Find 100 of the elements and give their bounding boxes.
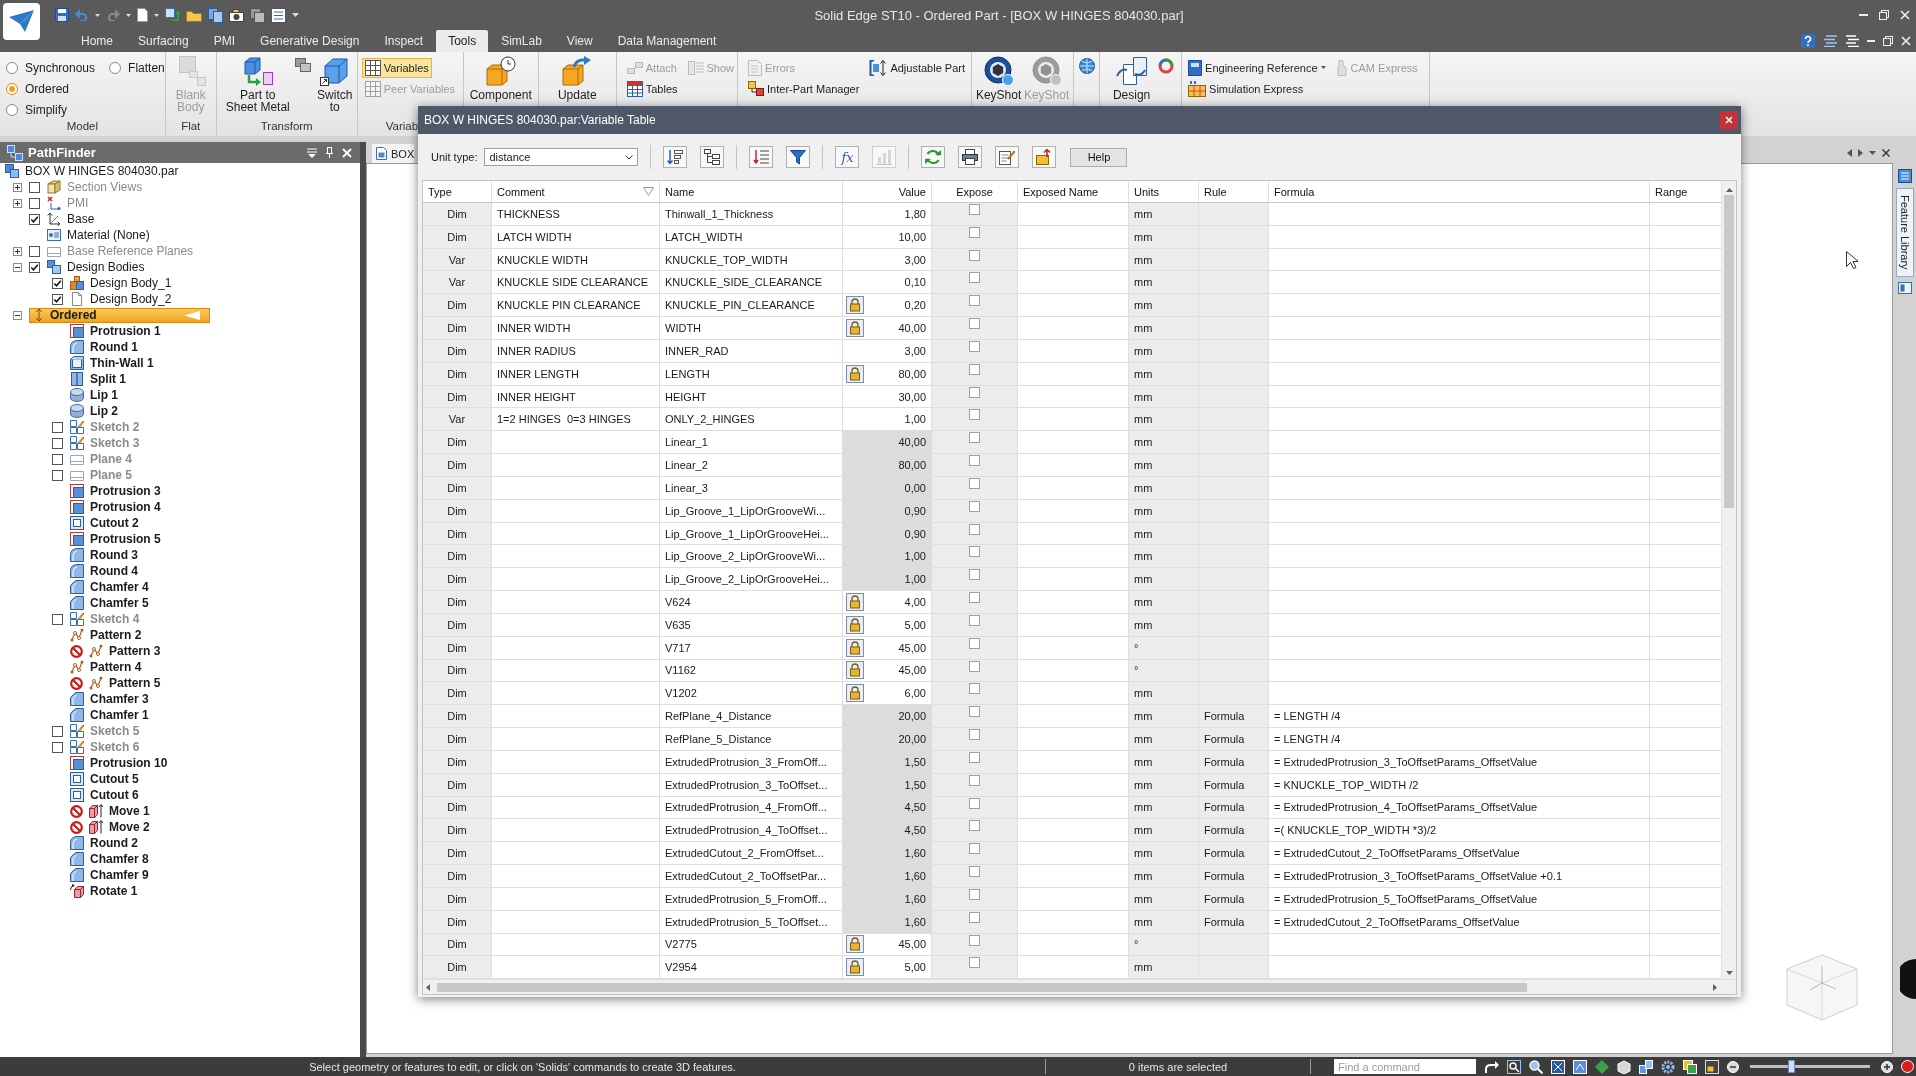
app-logo-icon[interactable] [3,3,40,40]
toolbar-button[interactable] [995,146,1020,168]
plus-icon[interactable] [13,198,22,208]
checkbox[interactable] [52,277,63,289]
ribbon-tab[interactable]: Tools [436,30,489,52]
lock-icon[interactable] [846,684,864,703]
checkbox[interactable] [52,725,63,737]
tree-item[interactable]: Pattern 2 [70,627,145,643]
checkbox[interactable] [969,751,980,763]
minus-icon[interactable] [13,262,22,272]
checkbox[interactable] [969,546,980,558]
hexagon-icon[interactable] [1617,1059,1631,1074]
checkbox[interactable] [52,741,63,753]
circle-icon[interactable] [1901,1060,1914,1073]
checkbox[interactable] [969,774,980,786]
checkbox[interactable] [969,386,980,398]
column-header[interactable]: Rule [1199,181,1269,203]
window-icon[interactable] [1705,1059,1719,1074]
scrollbar-thumb[interactable] [1724,195,1734,508]
tree-item[interactable]: Design Body_1 [70,275,175,291]
checkbox[interactable] [52,469,63,481]
checkbox[interactable] [52,421,63,433]
ribbon-tab[interactable]: SimLab [489,30,554,52]
checkbox[interactable] [969,660,980,672]
checkbox[interactable] [969,477,980,489]
diamond-icon[interactable] [1595,1059,1609,1074]
checkbox[interactable] [969,637,980,649]
checkbox[interactable] [969,204,980,215]
close-icon[interactable] [1882,148,1890,157]
tree-item[interactable]: Move 1 [70,803,153,819]
close-button[interactable] [1720,111,1738,129]
checkbox[interactable] [969,318,980,330]
caret-icon[interactable] [95,13,100,17]
tree-item[interactable]: Chamfer 8 [70,851,152,867]
checkbox[interactable] [969,249,980,261]
tree-item[interactable]: Protrusion 10 [70,755,171,771]
lines-icon[interactable] [1823,35,1837,47]
tree-item[interactable]: Round 1 [70,339,141,355]
checkbox[interactable] [969,432,980,444]
tree-item[interactable]: Plane 4 [70,451,136,467]
checkbox[interactable] [969,500,980,512]
document-icon[interactable] [137,8,148,22]
ribbon-button[interactable]: KeyShot [975,56,1022,101]
ribbon-button[interactable]: Component [468,56,533,101]
tree-item[interactable]: BOX W HINGES 804030.par [5,163,182,179]
tree-item[interactable]: Cutout 2 [70,515,142,531]
help-icon[interactable] [1801,34,1815,48]
tree-item[interactable]: Material (None) [47,227,153,243]
panel-icon[interactable] [1897,281,1912,294]
magnifier-box-icon[interactable] [1507,1059,1521,1074]
toolbar-button[interactable] [700,146,725,168]
column-header[interactable]: Name [660,181,843,203]
lock-icon[interactable] [846,319,864,338]
list-icon[interactable] [271,7,286,23]
view-box-icon[interactable] [1573,1059,1587,1074]
tree-item[interactable]: Protrusion 3 [70,483,164,499]
unit-type-dropdown[interactable]: distance [484,148,639,166]
checkbox[interactable] [52,613,63,625]
tree-item[interactable]: Sketch 6 [70,739,143,755]
ribbon-tab[interactable]: Data Management [605,30,729,52]
checkbox[interactable] [52,453,63,465]
radio-icon[interactable] [6,103,18,116]
checkbox[interactable] [969,729,980,741]
ribbon-button[interactable]: Update [552,56,603,101]
ribbon-button[interactable]: Adjustable Part [866,57,968,78]
tree-item[interactable]: Sketch 3 [70,435,143,451]
tree-item[interactable]: Design Body_2 [70,291,175,307]
tree-item[interactable]: Ordered [29,307,210,323]
plus-icon[interactable] [13,182,22,192]
tree-item[interactable]: Lip 2 [70,403,121,419]
tree-item[interactable]: Rotate 1 [70,883,141,899]
column-header[interactable]: Exposed Name [1018,181,1129,203]
toolbar-button[interactable] [663,146,688,168]
ribbon-tab[interactable]: Home [69,30,125,52]
column-header[interactable]: Units [1129,181,1199,203]
ribbon-button[interactable] [1157,58,1174,74]
tree-item[interactable]: Chamfer 1 [70,707,152,723]
folder-icon[interactable] [186,8,202,22]
checkbox[interactable] [969,888,980,900]
scrollbar-thumb[interactable] [437,982,1527,992]
radio-icon[interactable] [6,61,18,74]
lock-icon[interactable] [846,364,864,383]
tree-item[interactable]: Chamfer 3 [70,691,152,707]
dotted-ring-icon[interactable] [1661,1059,1675,1074]
tree-item[interactable]: Chamfer 5 [70,595,152,611]
toolbar-button[interactable]: fx [835,146,860,168]
checkbox[interactable] [29,213,40,225]
tree-item[interactable]: Base [47,211,98,227]
fit-view-icon[interactable] [1551,1059,1565,1074]
checkbox[interactable] [969,272,980,284]
toolbar-button[interactable] [958,146,983,168]
tree-item[interactable]: Cutout 5 [70,771,142,787]
document-tab[interactable]: BOX [372,144,415,163]
tree-item[interactable]: Protrusion 1 [70,323,164,339]
side-tab[interactable]: Feature Library [1895,188,1914,277]
checkbox[interactable] [52,437,63,449]
zoom-out-icon[interactable] [1727,1060,1739,1073]
checkbox[interactable] [52,293,63,305]
ribbon-button[interactable]: Switch to [312,56,357,113]
restore-icon[interactable] [1879,10,1889,20]
